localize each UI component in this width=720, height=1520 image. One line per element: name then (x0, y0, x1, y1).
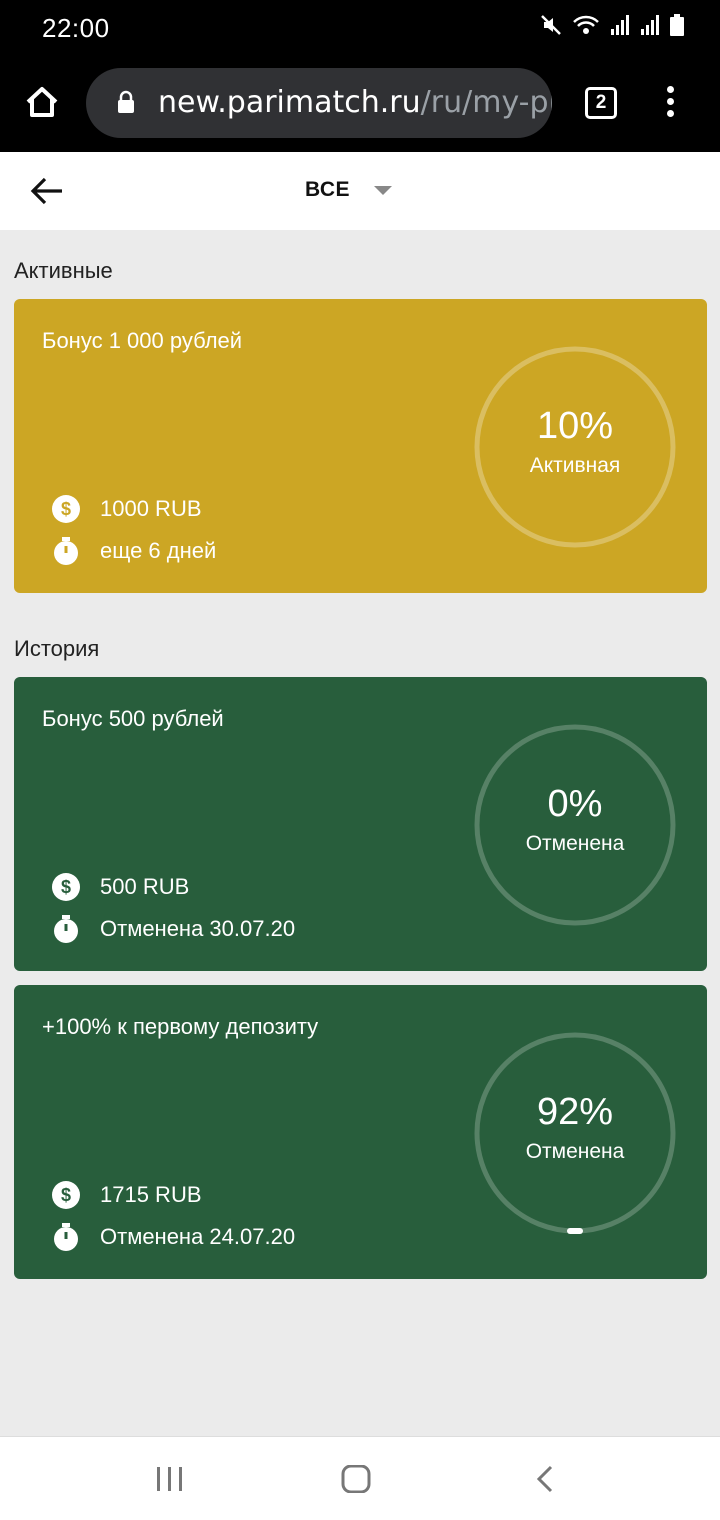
svg-text:$: $ (61, 877, 71, 897)
home-icon[interactable] (22, 82, 62, 122)
progress-percent: 10% (536, 405, 614, 447)
svg-text:$: $ (61, 499, 71, 519)
status-icons (540, 14, 684, 36)
signal-icon (611, 15, 629, 35)
progress-percent: 92% (536, 1091, 614, 1133)
system-nav-bar (0, 1436, 720, 1520)
battery-icon (670, 14, 684, 36)
stopwatch-icon (54, 915, 78, 943)
svg-text:$: $ (61, 1185, 71, 1205)
chevron-down-icon (374, 185, 393, 195)
bonus-time-row: Отменена 24.07.20 (52, 1223, 295, 1251)
address-bar[interactable]: new.parimatch.ru/ru/my-pro (86, 68, 552, 138)
bonus-time-row: Отменена 30.07.20 (52, 915, 295, 943)
section-title-active: Активные (14, 258, 113, 283)
signal-icon-2 (641, 15, 659, 35)
bonus-amount-row: $ 1715 RUB (52, 1181, 202, 1209)
bonus-amount-row: $ 1000 RUB (52, 495, 202, 523)
mute-icon (541, 15, 561, 35)
wifi-icon (573, 15, 599, 34)
filter-label: ВСЕ (305, 178, 351, 201)
bonus-status: Отменена (525, 1140, 625, 1163)
back-nav-icon[interactable] (533, 1465, 557, 1493)
dollar-coin-icon: $ (52, 1181, 80, 1209)
bonus-card[interactable]: Бонус 500 рублей $ 500 RUB Отменена 30.0… (14, 677, 707, 971)
recent-apps-icon[interactable] (155, 1465, 185, 1493)
progress-label: 0% Отменена (473, 783, 677, 856)
bonus-amount-row: $ 500 RUB (52, 873, 189, 901)
bonus-amount: 1715 RUB (100, 1182, 202, 1207)
section-title-history: История (14, 636, 100, 661)
bonus-status: Отменена (525, 832, 625, 855)
app-header: ВСЕ (0, 152, 720, 230)
bonus-title: +100% к первому депозиту (42, 1014, 319, 1039)
progress-label: 10% Активная (473, 405, 677, 478)
bonus-time: Отменена 24.07.20 (100, 1224, 296, 1249)
progress-label: 92% Отменена (473, 1091, 677, 1164)
tab-switcher-button[interactable]: 2 (585, 87, 617, 119)
url-path: /ru/my-pro (420, 85, 552, 120)
bonus-card[interactable]: +100% к первому депозиту $ 1715 RUB Отме… (14, 985, 707, 1279)
back-arrow-icon[interactable] (30, 176, 64, 206)
bonus-amount: 1000 RUB (100, 496, 202, 521)
bonus-time-row: еще 6 дней (52, 537, 216, 565)
progress-percent: 0% (547, 783, 603, 825)
status-time: 22:00 (42, 13, 110, 43)
url-text: new.parimatch.ru/ru/my-pro (158, 85, 552, 120)
stopwatch-icon (54, 1223, 78, 1251)
status-bar: 22:00 (0, 0, 720, 56)
home-nav-icon[interactable] (341, 1465, 371, 1493)
dollar-coin-icon: $ (52, 495, 80, 523)
stopwatch-icon (54, 537, 78, 565)
more-options-icon[interactable] (662, 86, 678, 122)
bonus-title: Бонус 1 000 рублей (42, 328, 243, 353)
lock-icon (118, 90, 134, 113)
bonus-card[interactable]: Бонус 1 000 рублей $ 1000 RUB еще 6 дней… (14, 299, 707, 593)
bonus-status: Активная (529, 454, 621, 477)
bonus-amount: 500 RUB (100, 874, 190, 899)
dollar-coin-icon: $ (52, 873, 80, 901)
bonus-time: Отменена 30.07.20 (100, 916, 296, 941)
url-domain: new.parimatch.ru (158, 85, 421, 120)
bonus-time: еще 6 дней (100, 538, 217, 563)
browser-toolbar: new.parimatch.ru/ru/my-pro 2 (0, 56, 720, 152)
bonus-title: Бонус 500 рублей (42, 706, 224, 731)
filter-dropdown[interactable]: ВСЕ (305, 178, 393, 202)
